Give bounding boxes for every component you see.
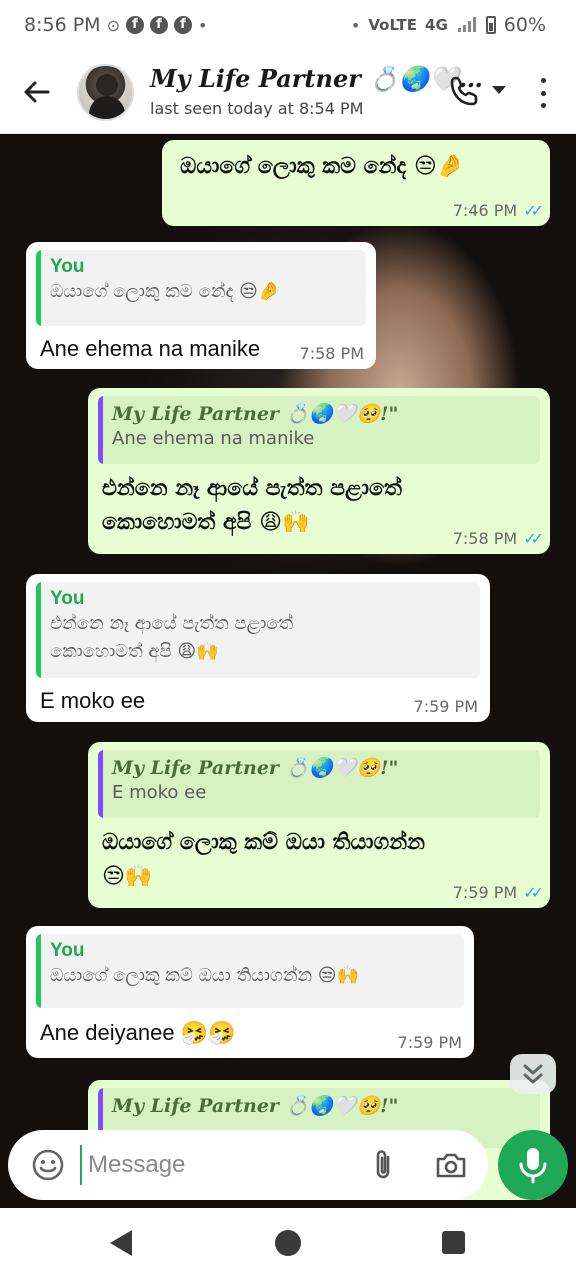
message-text-line: එන්නෙ නෑ ආයේ පැත්ත පළාතේ [102, 476, 402, 501]
message-time: 7:59 PM ✓✓ [452, 883, 544, 902]
message-time: 7:58 PM [299, 344, 364, 363]
message-time: 7:59 PM [413, 697, 478, 716]
back-arrow-icon[interactable] [20, 76, 52, 108]
quote-author: You [50, 256, 85, 277]
quote-author: My Life Partner 💍🌏🤍🥺!" [112, 757, 399, 779]
quote-text-line: එන්නෙ නෑ ආයේ පැත්ත පළාතේ [50, 613, 294, 634]
quote-text: E moko ee [112, 782, 207, 803]
contact-name[interactable]: My Life Partner 💍🌏🤍… [150, 64, 483, 93]
message-outgoing[interactable]: My Life Partner 💍🌏🤍🥺!" E moko ee ඔයාගේ ල… [88, 742, 550, 908]
quote-author: You [50, 588, 85, 609]
signal-icon [457, 17, 476, 32]
status-right: • VoLTE 4G 60% [351, 14, 546, 36]
more-vert-icon[interactable] [533, 78, 553, 108]
avatar[interactable] [77, 64, 134, 121]
quoted-message[interactable]: My Life Partner 💍🌏🤍🥺!" Ane ehema na mani… [98, 396, 540, 464]
quote-text: ඔයාගේ ලොකු කම නේද 😒🤌 [50, 281, 281, 302]
chat-area[interactable]: ඔයාගේ ලොකු කම නේද 😒🤌 7:46 PM ✓✓ You ඔයාගේ… [0, 134, 576, 1208]
battery-icon [485, 16, 496, 34]
attach-icon[interactable] [368, 1148, 398, 1182]
nav-home-icon[interactable] [275, 1230, 301, 1256]
message-incoming[interactable]: You ඔයාගේ ලොකු කම නේද 😒🤌 Ane ehema na ma… [26, 242, 376, 369]
chevron-down-icon[interactable] [492, 86, 506, 94]
read-ticks-icon: ✓✓ [523, 529, 544, 548]
mic-icon [519, 1148, 547, 1184]
message-text: ඔයාගේ ලොකු කම නේද 😒🤌 [180, 154, 465, 179]
quote-author: My Life Partner 💍🌏🤍🥺!" [112, 1095, 399, 1117]
quote-text: ඔයාගේ ලොකු කම් ඔයා තියාගන්න 😒🙌 [50, 965, 359, 986]
message-outgoing[interactable]: ඔයාගේ ලොකු කම නේද 😒🤌 7:46 PM ✓✓ [162, 140, 550, 226]
volte-label: VoLTE [368, 16, 418, 34]
status-time: 8:56 PM [24, 14, 101, 36]
message-input[interactable] [80, 1145, 360, 1185]
quote-author: You [50, 940, 85, 961]
phone-icon[interactable] [448, 74, 482, 108]
nav-back-icon[interactable] [110, 1230, 132, 1256]
emoji-icon[interactable] [30, 1147, 66, 1183]
read-ticks-icon: ✓✓ [523, 883, 544, 902]
quote-author: My Life Partner 💍🌏🤍🥺!" [112, 403, 399, 425]
quoted-message[interactable]: My Life Partner 💍🌏🤍🥺!" E moko ee [98, 750, 540, 818]
facebook-icon: f [173, 16, 192, 34]
quoted-message[interactable]: You ඔයාගේ ලොකු කම නේද 😒🤌 [36, 250, 366, 326]
message-composer [8, 1130, 488, 1200]
message-outgoing[interactable]: My Life Partner 💍🌏🤍🥺!" Ane ehema na mani… [88, 388, 550, 554]
last-seen: last seen today at 8:54 PM [150, 99, 364, 118]
quoted-message[interactable]: You එන්නෙ නෑ ආයේ පැත්ත පළාතේ කොහොමත් අපි… [36, 582, 480, 678]
mic-button[interactable] [498, 1130, 568, 1200]
message-time: 7:59 PM [397, 1033, 462, 1052]
read-ticks-icon: ✓✓ [523, 201, 544, 220]
message-text-line: ඔයාගේ ලොකු කම් ඔයා තියාගන්න [102, 830, 425, 855]
quote-text-line: කොහොමත් අපි 😩🙌 [50, 641, 219, 662]
dot-icon: • [350, 15, 361, 35]
scroll-to-bottom-button[interactable] [510, 1054, 556, 1094]
message-incoming[interactable]: You එන්නෙ නෑ ආයේ පැත්ත පළාතේ කොහොමත් අපි… [26, 574, 490, 722]
battery-level: 60% [503, 14, 546, 36]
quote-text: Ane ehema na manike [112, 428, 315, 449]
system-nav-bar [0, 1208, 576, 1280]
nav-recents-icon[interactable] [442, 1231, 465, 1254]
camera-icon[interactable] [434, 1148, 468, 1182]
message-incoming[interactable]: You ඔයාගේ ලොකු කම් ඔයා තියාගන්න 😒🙌 Ane d… [26, 926, 474, 1058]
quoted-message[interactable]: You ඔයාගේ ලොකු කම් ඔයා තියාගන්න 😒🙌 [36, 934, 464, 1008]
status-left: 8:56 PM ⊙ f f f • [24, 14, 207, 36]
chat-header: My Life Partner 💍🌏🤍… last seen today at … [0, 52, 576, 134]
status-bar: 8:56 PM ⊙ f f f • • VoLTE 4G 60% [0, 0, 576, 52]
message-time: 7:58 PM ✓✓ [452, 529, 544, 548]
chevron-down-icon [523, 1064, 543, 1084]
facebook-icon: f [125, 16, 144, 34]
message-time: 7:46 PM ✓✓ [452, 201, 544, 220]
signal-label: 4G [425, 16, 448, 34]
facebook-icon: f [149, 16, 168, 34]
dot-icon: • [197, 15, 208, 35]
sync-icon: ⊙ [106, 15, 120, 35]
